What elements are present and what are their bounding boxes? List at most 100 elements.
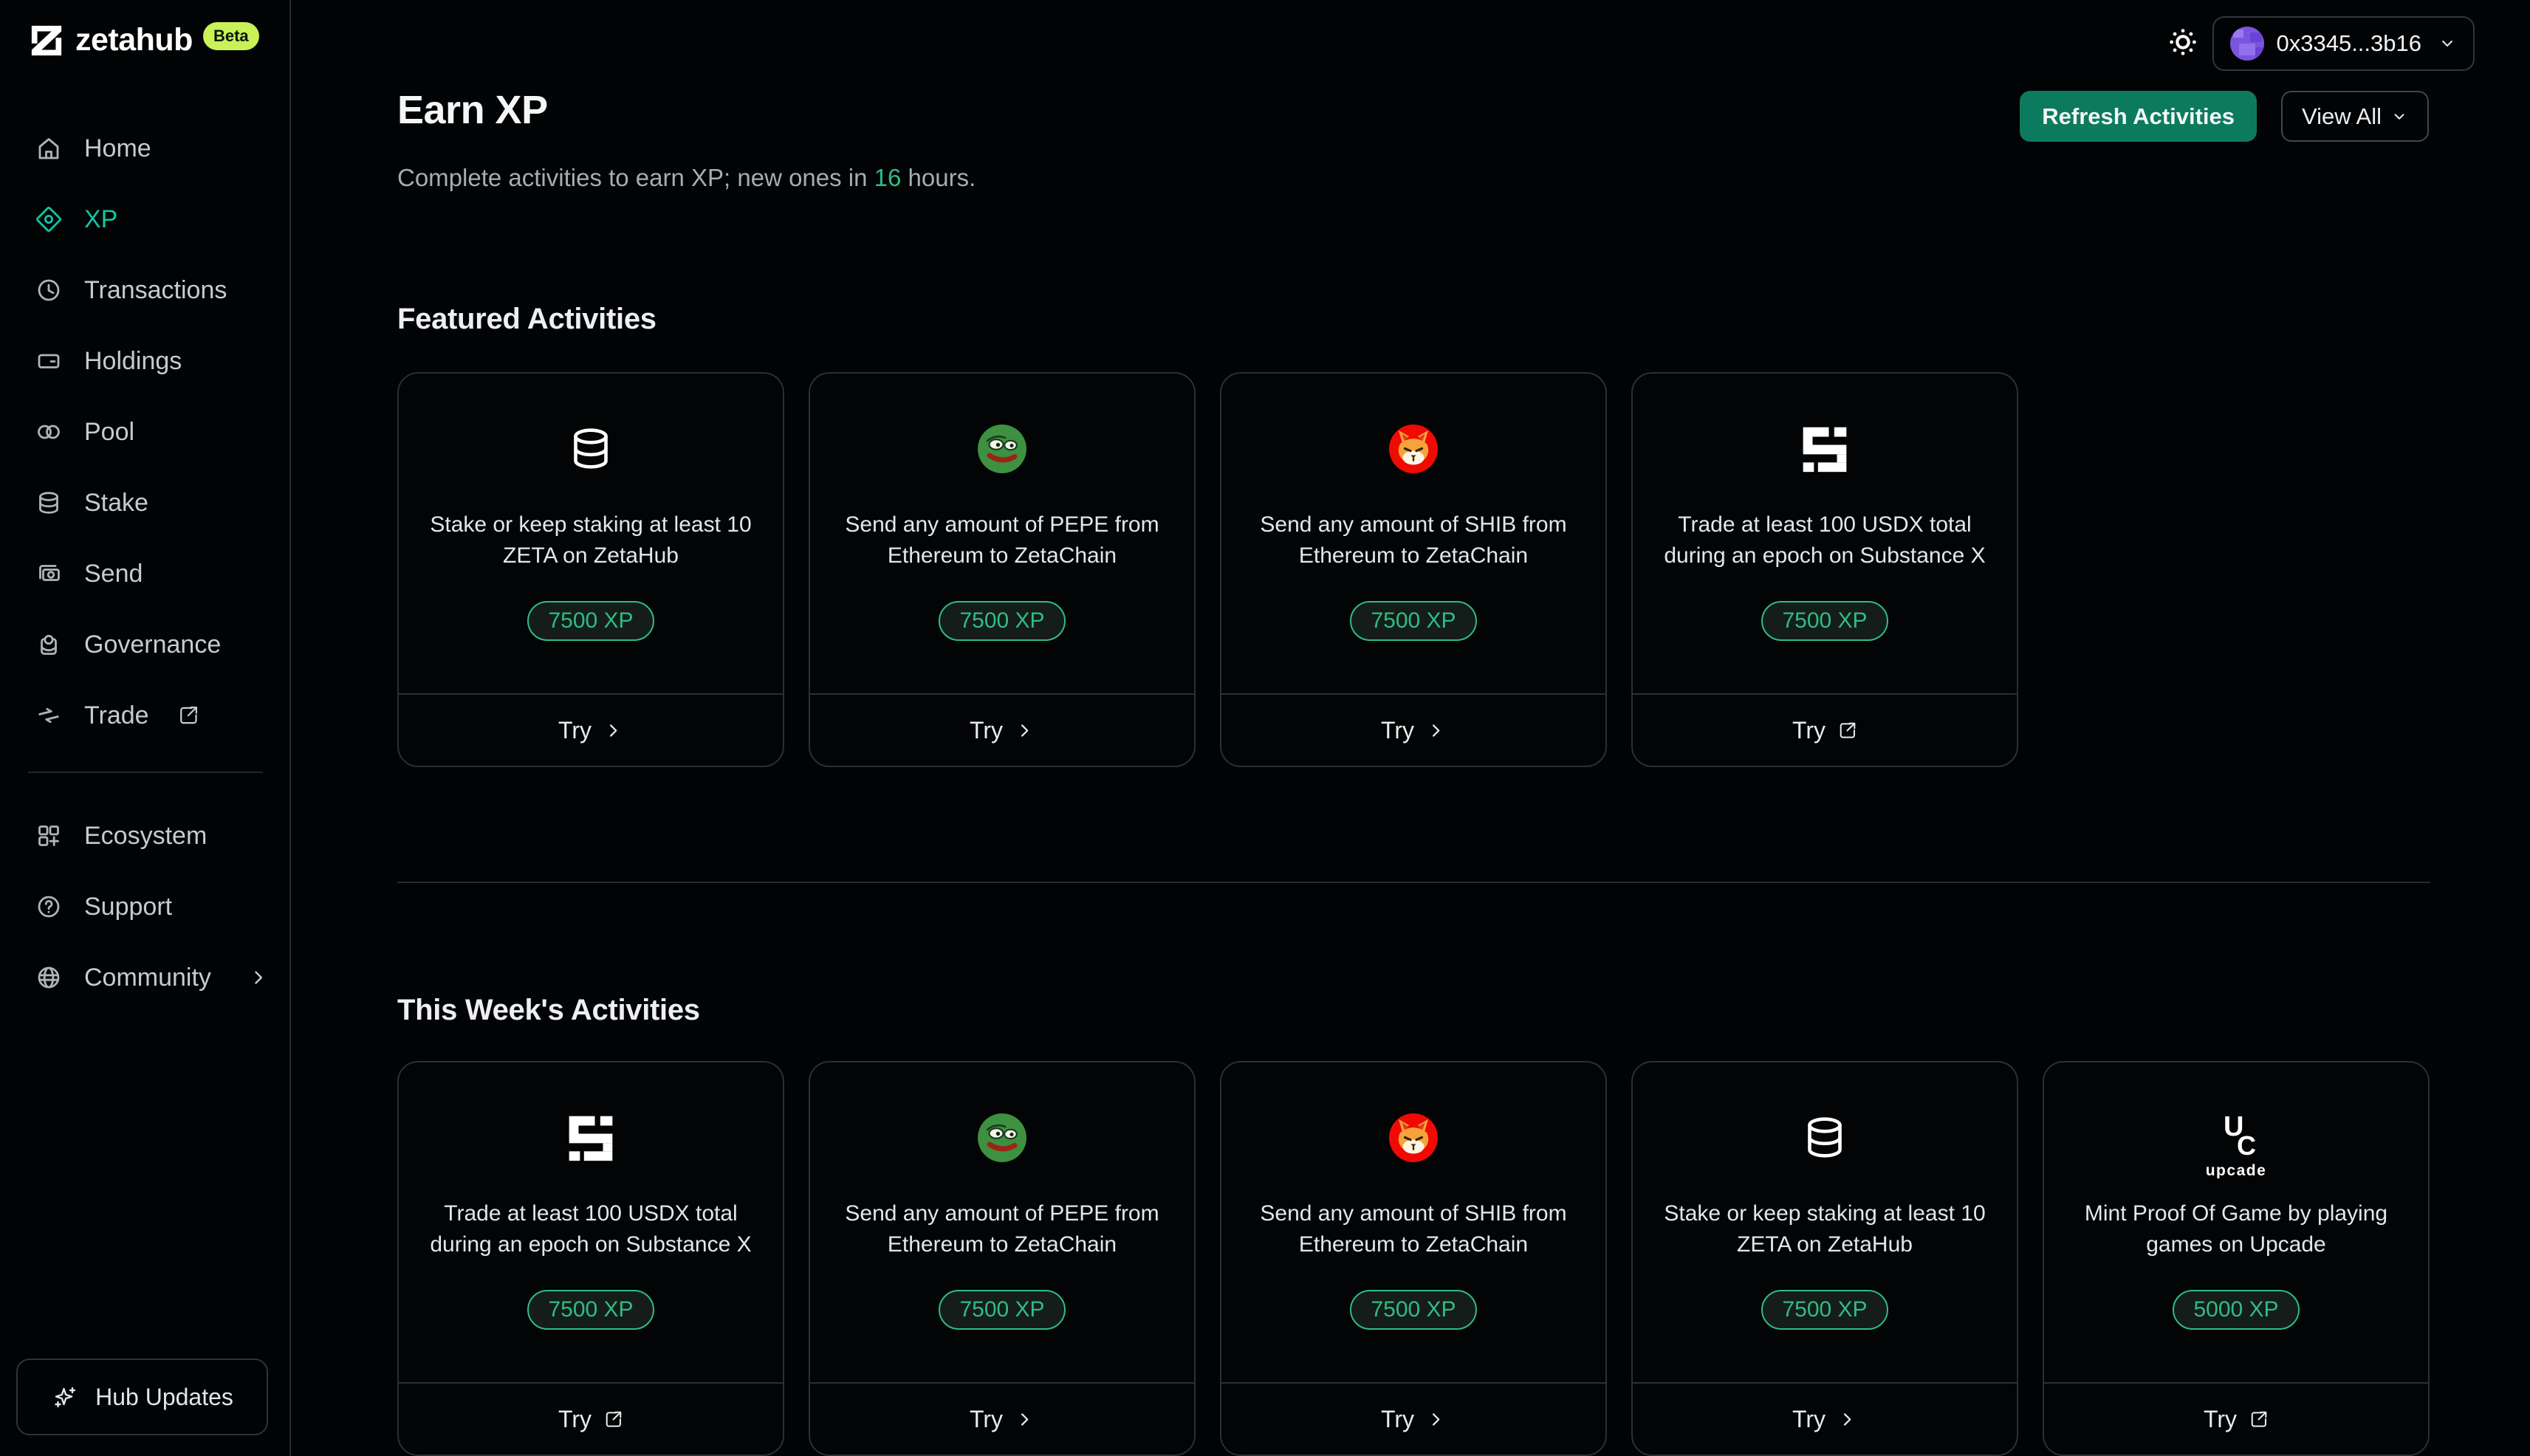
try-button[interactable]: Try bbox=[1221, 1382, 1605, 1455]
activity-card-body: Send any amount of PEPE from Ethereum to… bbox=[810, 374, 1194, 693]
view-all-dropdown[interactable]: View All bbox=[2281, 91, 2429, 142]
sidebar-primary-nav: Home XP Transactions Holdings Pool Stake Send G… bbox=[0, 113, 289, 751]
svg-text:C: C bbox=[2237, 1130, 2256, 1161]
try-button[interactable]: Try bbox=[399, 1382, 783, 1455]
section-divider bbox=[397, 882, 2430, 883]
try-button[interactable]: Try bbox=[1221, 693, 1605, 766]
external-link-icon bbox=[603, 1409, 623, 1429]
xp-badge: 7500 XP bbox=[1761, 1290, 1888, 1330]
try-button[interactable]: Try bbox=[810, 693, 1194, 766]
hub-updates-button[interactable]: Hub Updates bbox=[16, 1359, 268, 1435]
sidebar-item-label: Stake bbox=[84, 488, 148, 517]
governance-icon bbox=[34, 630, 64, 659]
sidebar-item-xp[interactable]: XP bbox=[0, 184, 289, 255]
sidebar-item-ecosystem[interactable]: Ecosystem bbox=[0, 800, 289, 871]
sidebar-item-label: Transactions bbox=[84, 275, 227, 304]
trade-arrows-icon bbox=[34, 701, 64, 730]
sidebar-item-stake[interactable]: Stake bbox=[0, 467, 289, 538]
sparkles-icon bbox=[51, 1384, 78, 1410]
database-icon bbox=[1798, 1111, 1851, 1164]
try-label: Try bbox=[1380, 716, 1414, 744]
sidebar-secondary-nav: Ecosystem Support Community bbox=[0, 800, 289, 1013]
brand-name: zetahub bbox=[75, 22, 193, 58]
try-label: Try bbox=[558, 716, 592, 744]
activity-title: Stake or keep staking at least 10 ZETA o… bbox=[430, 512, 752, 568]
try-button[interactable]: Try bbox=[2044, 1382, 2428, 1455]
xp-badge: 7500 XP bbox=[1350, 1290, 1477, 1330]
activity-title: Send any amount of SHIB from Ethereum to… bbox=[1260, 512, 1567, 568]
chevron-right-icon bbox=[1837, 1409, 1857, 1429]
stake-database-icon bbox=[34, 488, 64, 518]
card-row: Stake or keep staking at least 10 ZETA o… bbox=[397, 372, 2430, 767]
hub-updates-label: Hub Updates bbox=[95, 1383, 233, 1410]
activity-card-body: Trade at least 100 USDX total during an … bbox=[1633, 374, 2017, 693]
chevron-right-icon bbox=[603, 721, 623, 741]
activity-card[interactable]: Send any amount of SHIB from Ethereum to… bbox=[1220, 372, 1607, 767]
sidebar-item-home[interactable]: Home bbox=[0, 113, 289, 184]
wallet-card-icon bbox=[34, 346, 64, 376]
try-label: Try bbox=[969, 1405, 1003, 1432]
card-row: Trade at least 100 USDX total during an … bbox=[397, 1061, 2430, 1456]
activity-title: Send any amount of SHIB from Ethereum to… bbox=[1260, 1201, 1567, 1257]
home-icon bbox=[34, 134, 64, 163]
sidebar-item-pool[interactable]: Pool bbox=[0, 396, 289, 467]
activity-card-body: U Cupcade Mint Proof Of Game by playing g… bbox=[2044, 1062, 2428, 1382]
chevron-right-icon bbox=[248, 967, 269, 988]
activity-card[interactable]: Trade at least 100 USDX total during an … bbox=[397, 1061, 784, 1456]
activity-title: Mint Proof Of Game by playing games on U… bbox=[2084, 1201, 2388, 1257]
activity-card[interactable]: U Cupcade Mint Proof Of Game by playing g… bbox=[2043, 1061, 2430, 1456]
sidebar-item-governance[interactable]: Governance bbox=[0, 609, 289, 680]
activity-title: Send any amount of PEPE from Ethereum to… bbox=[845, 512, 1159, 568]
substance-x-icon bbox=[566, 1111, 615, 1164]
activity-title: Trade at least 100 USDX total during an … bbox=[430, 1201, 752, 1257]
activity-card-body: Send any amount of SHIB from Ethereum to… bbox=[1221, 374, 1605, 693]
activity-title: Send any amount of PEPE from Ethereum to… bbox=[845, 1201, 1159, 1257]
sidebar-item-trade[interactable]: Trade bbox=[0, 680, 289, 751]
chevron-right-icon bbox=[1426, 721, 1446, 741]
activity-card[interactable]: Send any amount of SHIB from Ethereum to… bbox=[1220, 1061, 1607, 1456]
xp-badge: 7500 XP bbox=[939, 1290, 1066, 1330]
activity-card-body: Trade at least 100 USDX total during an … bbox=[399, 1062, 783, 1382]
try-button[interactable]: Try bbox=[1633, 693, 2017, 766]
brand-logo[interactable]: zetahub Beta bbox=[0, 0, 289, 58]
activity-card-body: Stake or keep staking at least 10 ZETA o… bbox=[399, 374, 783, 693]
send-cash-icon bbox=[34, 559, 64, 588]
sidebar-item-community[interactable]: Community bbox=[0, 942, 289, 1013]
sidebar-item-support[interactable]: Support bbox=[0, 871, 289, 942]
section-title: Featured Activities bbox=[397, 303, 657, 335]
sidebar-item-label: Holdings bbox=[84, 346, 182, 375]
refresh-activities-button[interactable]: Refresh Activities bbox=[2020, 91, 2257, 142]
try-button[interactable]: Try bbox=[399, 693, 783, 766]
activity-card[interactable]: Trade at least 100 USDX total during an … bbox=[1631, 372, 2018, 767]
sidebar-item-label: Governance bbox=[84, 630, 222, 659]
substance-x-icon bbox=[1800, 422, 1849, 475]
try-label: Try bbox=[969, 716, 1003, 744]
sidebar-item-holdings[interactable]: Holdings bbox=[0, 326, 289, 396]
external-link-icon bbox=[2249, 1409, 2269, 1429]
sidebar-item-label: Support bbox=[84, 892, 173, 921]
wallet-dropdown-button[interactable]: 0x3345...3b16 bbox=[2212, 16, 2475, 71]
activity-card-body: Send any amount of SHIB from Ethereum to… bbox=[1221, 1062, 1605, 1382]
activity-card[interactable]: Stake or keep staking at least 10 ZETA o… bbox=[1631, 1061, 2018, 1456]
chevron-right-icon bbox=[1015, 721, 1035, 741]
activity-card[interactable]: Stake or keep staking at least 10 ZETA o… bbox=[397, 372, 784, 767]
theme-toggle-button[interactable] bbox=[2165, 24, 2201, 60]
chevron-down-icon bbox=[2438, 34, 2457, 53]
zetahub-z-icon bbox=[30, 24, 64, 58]
chevron-right-icon bbox=[1015, 1409, 1035, 1429]
activity-card[interactable]: Send any amount of PEPE from Ethereum to… bbox=[809, 372, 1196, 767]
beta-badge: Beta bbox=[202, 21, 259, 50]
clock-icon bbox=[34, 275, 64, 305]
activity-card[interactable]: Send any amount of PEPE from Ethereum to… bbox=[809, 1061, 1196, 1456]
section-featured-activities: Featured Activities Stake or keep stakin… bbox=[397, 303, 2430, 767]
xp-badge: 7500 XP bbox=[939, 601, 1066, 641]
try-button[interactable]: Try bbox=[1633, 1382, 2017, 1455]
sidebar-item-send[interactable]: Send bbox=[0, 538, 289, 609]
try-button[interactable]: Try bbox=[810, 1382, 1194, 1455]
page-subtitle: Complete activities to earn XP; new ones… bbox=[397, 164, 976, 191]
activity-card-body: Send any amount of PEPE from Ethereum to… bbox=[810, 1062, 1194, 1382]
help-circle-icon bbox=[34, 892, 64, 921]
activity-card-body: Stake or keep staking at least 10 ZETA o… bbox=[1633, 1062, 2017, 1382]
xp-badge: 7500 XP bbox=[1350, 601, 1477, 641]
sidebar-item-transactions[interactable]: Transactions bbox=[0, 255, 289, 326]
